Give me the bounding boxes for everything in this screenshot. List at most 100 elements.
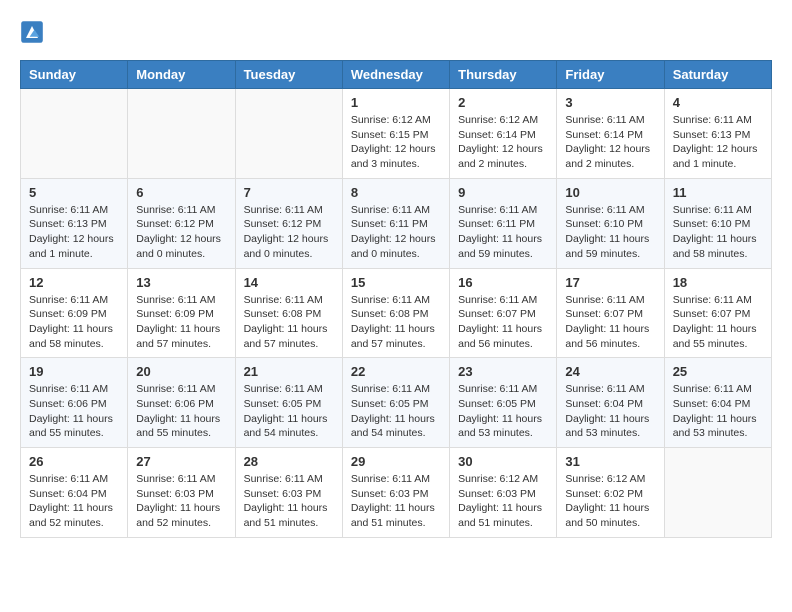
day-number: 11 <box>673 185 763 200</box>
day-number: 22 <box>351 364 441 379</box>
day-number: 29 <box>351 454 441 469</box>
calendar-cell: 16 Sunrise: 6:11 AM Sunset: 6:07 PM Dayli… <box>450 268 557 358</box>
calendar-cell: 10Sunrise: 6:11 AM Sunset: 6:10 PM Dayli… <box>557 178 664 268</box>
calendar-cell <box>664 448 771 538</box>
day-number: 23 <box>458 364 548 379</box>
day-info: Sunrise: 6:11 AM Sunset: 6:07 PM Dayligh… <box>673 293 763 352</box>
calendar-cell: 7 Sunrise: 6:11 AM Sunset: 6:12 PM Daylig… <box>235 178 342 268</box>
calendar-cell: 12 Sunrise: 6:11 AM Sunset: 6:09 PM Dayli… <box>21 268 128 358</box>
day-info: Sunrise: 6:12 AM Sunset: 6:03 PM Dayligh… <box>458 472 548 531</box>
calendar-cell: 19Sunrise: 6:11 AM Sunset: 6:06 PM Dayli… <box>21 358 128 448</box>
calendar-cell: 29 Sunrise: 6:11 AM Sunset: 6:03 PM Dayli… <box>342 448 449 538</box>
day-number: 31 <box>565 454 655 469</box>
day-info: Sunrise: 6:11 AM Sunset: 6:07 PM Dayligh… <box>458 293 548 352</box>
day-info: Sunrise: 6:11 AM Sunset: 6:06 PM Dayligh… <box>136 382 226 441</box>
calendar-cell: 31 Sunrise: 6:12 AM Sunset: 6:02 PM Dayli… <box>557 448 664 538</box>
calendar-cell: 22 Sunrise: 6:11 AM Sunset: 6:05 PM Dayli… <box>342 358 449 448</box>
day-info: Sunrise: 6:12 AM Sunset: 6:02 PM Dayligh… <box>565 472 655 531</box>
day-number: 2 <box>458 95 548 110</box>
day-info: Sunrise: 6:11 AM Sunset: 6:07 PM Dayligh… <box>565 293 655 352</box>
day-info: Sunrise: 6:11 AM Sunset: 6:05 PM Dayligh… <box>458 382 548 441</box>
day-number: 8 <box>351 185 441 200</box>
calendar-week-row: 5 Sunrise: 6:11 AM Sunset: 6:13 PM Daylig… <box>21 178 772 268</box>
day-info: Sunrise: 6:11 AM Sunset: 6:03 PM Dayligh… <box>136 472 226 531</box>
calendar-cell: 13 Sunrise: 6:11 AM Sunset: 6:09 PM Dayli… <box>128 268 235 358</box>
weekday-header-monday: Monday <box>128 61 235 89</box>
day-number: 13 <box>136 275 226 290</box>
day-info: Sunrise: 6:11 AM Sunset: 6:03 PM Dayligh… <box>351 472 441 531</box>
day-number: 9 <box>458 185 548 200</box>
calendar-week-row: 12 Sunrise: 6:11 AM Sunset: 6:09 PM Dayli… <box>21 268 772 358</box>
day-number: 21 <box>244 364 334 379</box>
day-number: 30 <box>458 454 548 469</box>
calendar-cell: 25 Sunrise: 6:11 AM Sunset: 6:04 PM Dayli… <box>664 358 771 448</box>
day-info: Sunrise: 6:11 AM Sunset: 6:09 PM Dayligh… <box>136 293 226 352</box>
weekday-header-row: SundayMondayTuesdayWednesdayThursdayFrid… <box>21 61 772 89</box>
calendar-cell: 8 Sunrise: 6:11 AM Sunset: 6:11 PM Daylig… <box>342 178 449 268</box>
day-info: Sunrise: 6:12 AM Sunset: 6:14 PM Dayligh… <box>458 113 548 172</box>
day-info: Sunrise: 6:11 AM Sunset: 6:10 PM Dayligh… <box>565 203 655 262</box>
day-info: Sunrise: 6:11 AM Sunset: 6:09 PM Dayligh… <box>29 293 119 352</box>
day-info: Sunrise: 6:11 AM Sunset: 6:10 PM Dayligh… <box>673 203 763 262</box>
calendar-cell: 4Sunrise: 6:11 AM Sunset: 6:13 PM Daylig… <box>664 89 771 179</box>
day-number: 14 <box>244 275 334 290</box>
calendar-cell: 11 Sunrise: 6:11 AM Sunset: 6:10 PM Dayli… <box>664 178 771 268</box>
day-number: 7 <box>244 185 334 200</box>
calendar-cell: 6Sunrise: 6:11 AM Sunset: 6:12 PM Daylig… <box>128 178 235 268</box>
day-number: 5 <box>29 185 119 200</box>
day-info: Sunrise: 6:11 AM Sunset: 6:12 PM Dayligh… <box>136 203 226 262</box>
calendar-table: SundayMondayTuesdayWednesdayThursdayFrid… <box>20 60 772 538</box>
day-number: 12 <box>29 275 119 290</box>
calendar-cell: 23 Sunrise: 6:11 AM Sunset: 6:05 PM Dayli… <box>450 358 557 448</box>
weekday-header-friday: Friday <box>557 61 664 89</box>
day-info: Sunrise: 6:11 AM Sunset: 6:05 PM Dayligh… <box>351 382 441 441</box>
day-info: Sunrise: 6:11 AM Sunset: 6:08 PM Dayligh… <box>351 293 441 352</box>
calendar-cell: 26Sunrise: 6:11 AM Sunset: 6:04 PM Dayli… <box>21 448 128 538</box>
day-number: 1 <box>351 95 441 110</box>
day-number: 27 <box>136 454 226 469</box>
day-number: 4 <box>673 95 763 110</box>
weekday-header-sunday: Sunday <box>21 61 128 89</box>
calendar-cell <box>128 89 235 179</box>
day-number: 20 <box>136 364 226 379</box>
day-number: 15 <box>351 275 441 290</box>
calendar-cell: 30 Sunrise: 6:12 AM Sunset: 6:03 PM Dayli… <box>450 448 557 538</box>
day-number: 25 <box>673 364 763 379</box>
day-number: 17 <box>565 275 655 290</box>
calendar-cell: 5 Sunrise: 6:11 AM Sunset: 6:13 PM Daylig… <box>21 178 128 268</box>
calendar-cell: 20 Sunrise: 6:11 AM Sunset: 6:06 PM Dayli… <box>128 358 235 448</box>
day-info: Sunrise: 6:11 AM Sunset: 6:06 PM Dayligh… <box>29 382 119 441</box>
day-info: Sunrise: 6:11 AM Sunset: 6:04 PM Dayligh… <box>673 382 763 441</box>
calendar-cell <box>235 89 342 179</box>
day-info: Sunrise: 6:11 AM Sunset: 6:04 PM Dayligh… <box>565 382 655 441</box>
weekday-header-tuesday: Tuesday <box>235 61 342 89</box>
day-info: Sunrise: 6:11 AM Sunset: 6:12 PM Dayligh… <box>244 203 334 262</box>
weekday-header-saturday: Saturday <box>664 61 771 89</box>
day-number: 18 <box>673 275 763 290</box>
calendar-cell: 21 Sunrise: 6:11 AM Sunset: 6:05 PM Dayli… <box>235 358 342 448</box>
day-info: Sunrise: 6:11 AM Sunset: 6:13 PM Dayligh… <box>29 203 119 262</box>
day-number: 24 <box>565 364 655 379</box>
day-info: Sunrise: 6:11 AM Sunset: 6:05 PM Dayligh… <box>244 382 334 441</box>
calendar-cell: 15 Sunrise: 6:11 AM Sunset: 6:08 PM Dayli… <box>342 268 449 358</box>
day-number: 3 <box>565 95 655 110</box>
calendar-week-row: 19Sunrise: 6:11 AM Sunset: 6:06 PM Dayli… <box>21 358 772 448</box>
calendar-cell: 18 Sunrise: 6:11 AM Sunset: 6:07 PM Dayli… <box>664 268 771 358</box>
calendar-cell <box>21 89 128 179</box>
weekday-header-wednesday: Wednesday <box>342 61 449 89</box>
logo <box>20 20 48 44</box>
calendar-cell: 17 Sunrise: 6:11 AM Sunset: 6:07 PM Dayli… <box>557 268 664 358</box>
calendar-cell: 3 Sunrise: 6:11 AM Sunset: 6:14 PM Daylig… <box>557 89 664 179</box>
page-header <box>20 20 772 44</box>
day-info: Sunrise: 6:11 AM Sunset: 6:11 PM Dayligh… <box>351 203 441 262</box>
day-info: Sunrise: 6:11 AM Sunset: 6:04 PM Dayligh… <box>29 472 119 531</box>
day-info: Sunrise: 6:11 AM Sunset: 6:08 PM Dayligh… <box>244 293 334 352</box>
weekday-header-thursday: Thursday <box>450 61 557 89</box>
day-number: 16 <box>458 275 548 290</box>
calendar-cell: 27 Sunrise: 6:11 AM Sunset: 6:03 PM Dayli… <box>128 448 235 538</box>
day-info: Sunrise: 6:11 AM Sunset: 6:03 PM Dayligh… <box>244 472 334 531</box>
calendar-cell: 2 Sunrise: 6:12 AM Sunset: 6:14 PM Daylig… <box>450 89 557 179</box>
logo-icon <box>20 20 44 44</box>
day-number: 28 <box>244 454 334 469</box>
day-info: Sunrise: 6:11 AM Sunset: 6:14 PM Dayligh… <box>565 113 655 172</box>
